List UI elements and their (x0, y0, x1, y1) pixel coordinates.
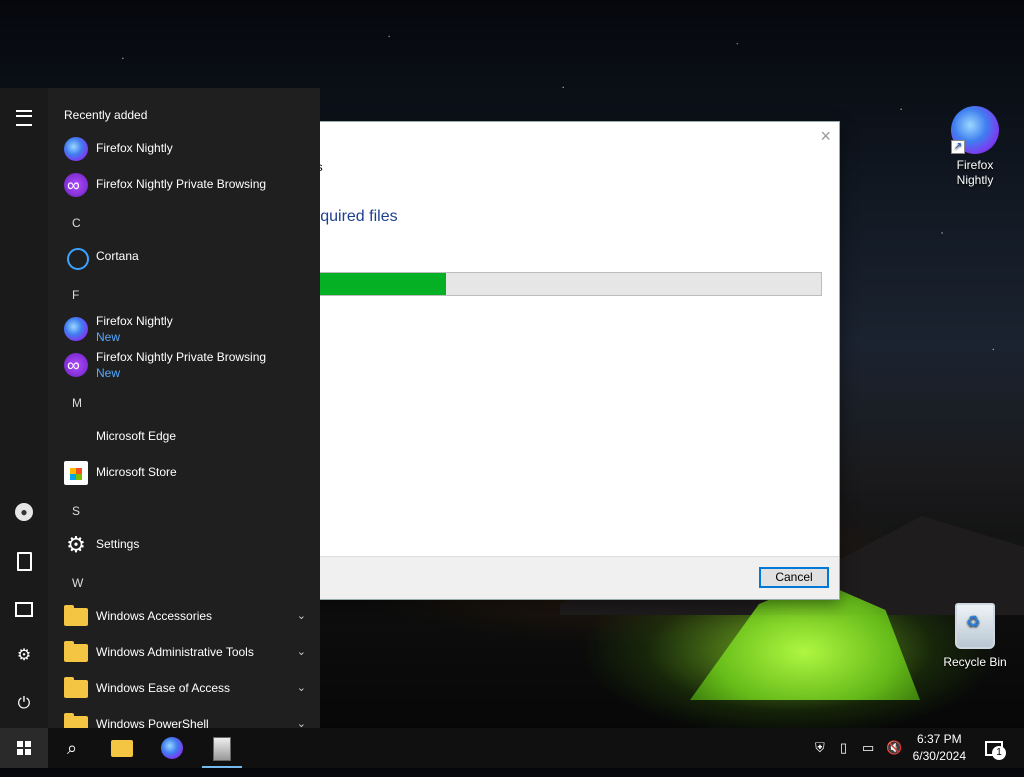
taskbar-file-explorer[interactable] (98, 728, 146, 768)
firefox-nightly-icon (64, 137, 88, 161)
app-item-settings[interactable]: ⚙ Settings (64, 527, 320, 563)
chevron-down-icon[interactable]: ⌄ (297, 609, 306, 622)
desktop-icon-recycle-bin[interactable]: Recycle Bin (940, 603, 1010, 670)
app-item-microsoft-store[interactable]: Microsoft Store (64, 455, 320, 491)
network-icon[interactable]: ▭ (862, 728, 874, 768)
cortana-icon (67, 248, 89, 270)
app-folder-windows-admin-tools[interactable]: Windows Administrative Tools ⌄ (64, 635, 320, 671)
letter-header-f[interactable]: F (72, 288, 79, 302)
app-name: Firefox Nightly (96, 314, 173, 328)
clock-time: 6:37 PM (916, 732, 962, 746)
app-name: Microsoft Edge (96, 429, 177, 443)
folder-icon (64, 677, 88, 698)
section-recently-added: Recently added (64, 108, 148, 122)
security-shield-icon[interactable]: ⛨ (815, 728, 825, 768)
hamburger-icon[interactable] (12, 104, 36, 128)
close-icon[interactable]: × (820, 126, 831, 147)
app-name: Firefox Nightly (96, 141, 173, 155)
clock-date: 6/30/2024 (912, 749, 966, 763)
progress-fill (307, 273, 446, 295)
desktop-icon-label: Firefox Nightly (956, 158, 994, 187)
app-name: Firefox Nightly Private Browsing (96, 177, 267, 191)
app-name: Firefox Nightly Private Browsing (96, 350, 267, 364)
taskbar-firefox-nightly[interactable] (148, 728, 196, 768)
taskbar: ⌕ ⛨ ▯ ▭ 🔇 6:37 PM 6/30/2024 1 (0, 728, 1024, 768)
app-list: Recently added Firefox Nightly Firefox N… (48, 88, 320, 728)
documents-icon[interactable] (12, 548, 36, 572)
app-item-cortana[interactable]: Cortana (64, 239, 320, 275)
app-folder-windows-ease-of-access[interactable]: Windows Ease of Access ⌄ (64, 671, 320, 707)
chevron-down-icon[interactable]: ⌄ (297, 717, 306, 728)
app-name: Settings (96, 537, 140, 551)
windows-logo-icon (17, 741, 31, 755)
app-name: Windows Accessories (96, 609, 213, 623)
letter-header-c[interactable]: C (72, 216, 81, 230)
user-icon[interactable]: ● (12, 500, 36, 524)
search-icon[interactable]: ⌕ (48, 728, 96, 768)
letter-header-s[interactable]: S (72, 504, 80, 518)
folder-icon (64, 641, 88, 662)
app-item-firefox-nightly[interactable]: Firefox Nightly New (64, 311, 320, 347)
cancel-button[interactable]: Cancel (759, 567, 829, 588)
start-menu: ● ⚙ ⏻ Recently added Firefox Nightly Fir… (0, 88, 320, 728)
chevron-down-icon[interactable]: ⌄ (297, 645, 306, 658)
folder-icon (64, 713, 88, 728)
app-item-microsoft-edge[interactable]: Microsoft Edge (64, 419, 320, 455)
app-name: Windows PowerShell (96, 717, 209, 728)
install-progress-bar (306, 272, 822, 296)
start-button[interactable] (0, 728, 48, 768)
firefox-nightly-icon (161, 737, 183, 759)
desktop-icon-label: Recycle Bin (943, 655, 1007, 669)
action-center-button[interactable]: 1 (970, 728, 1018, 768)
chevron-down-icon[interactable]: ⌄ (297, 681, 306, 694)
app-name: Windows Ease of Access (96, 681, 231, 695)
taskbar-installer[interactable] (198, 728, 246, 768)
app-item-firefox-nightly-recent[interactable]: Firefox Nightly (64, 131, 320, 167)
letter-header-w[interactable]: W (72, 576, 83, 590)
power-icon[interactable]: ⏻ (12, 692, 36, 716)
app-folder-windows-powershell[interactable]: Windows PowerShell ⌄ (64, 707, 320, 728)
installer-icon (213, 737, 231, 761)
desktop-icon-firefox-nightly[interactable]: ↗ Firefox Nightly (940, 106, 1010, 188)
pictures-icon[interactable] (12, 596, 36, 620)
usb-device-icon[interactable]: ▯ (840, 728, 847, 768)
firefox-nightly-icon (64, 317, 88, 341)
app-name: Windows Administrative Tools (96, 645, 254, 659)
notification-count-badge: 1 (992, 746, 1006, 760)
system-clock[interactable]: 6:37 PM 6/30/2024 (913, 731, 966, 765)
store-icon (64, 461, 88, 485)
installer-dialog: × res required files Cancel (305, 121, 840, 600)
firefox-nightly-icon: ↗ (951, 106, 999, 154)
new-badge: New (96, 330, 121, 344)
settings-icon[interactable]: ⚙ (12, 644, 36, 668)
dialog-footer: Cancel (306, 556, 839, 599)
app-name: Cortana (96, 249, 139, 263)
recycle-bin-icon (955, 603, 995, 649)
app-item-firefox-private[interactable]: Firefox Nightly Private Browsing New (64, 347, 320, 383)
gear-icon: ⚙ (66, 532, 86, 557)
private-browsing-icon (64, 353, 88, 377)
app-folder-windows-accessories[interactable]: Windows Accessories ⌄ (64, 599, 320, 635)
new-badge: New (96, 366, 121, 380)
app-item-firefox-private-recent[interactable]: Firefox Nightly Private Browsing (64, 167, 320, 203)
folder-icon (111, 740, 133, 757)
start-rail: ● ⚙ ⏻ (0, 88, 48, 728)
app-name: Microsoft Store (96, 465, 177, 479)
volume-muted-icon[interactable]: 🔇 (886, 728, 902, 768)
folder-icon (64, 605, 88, 626)
letter-header-m[interactable]: M (72, 396, 82, 410)
private-browsing-icon (64, 173, 88, 197)
shortcut-arrow-icon: ↗ (951, 140, 965, 154)
